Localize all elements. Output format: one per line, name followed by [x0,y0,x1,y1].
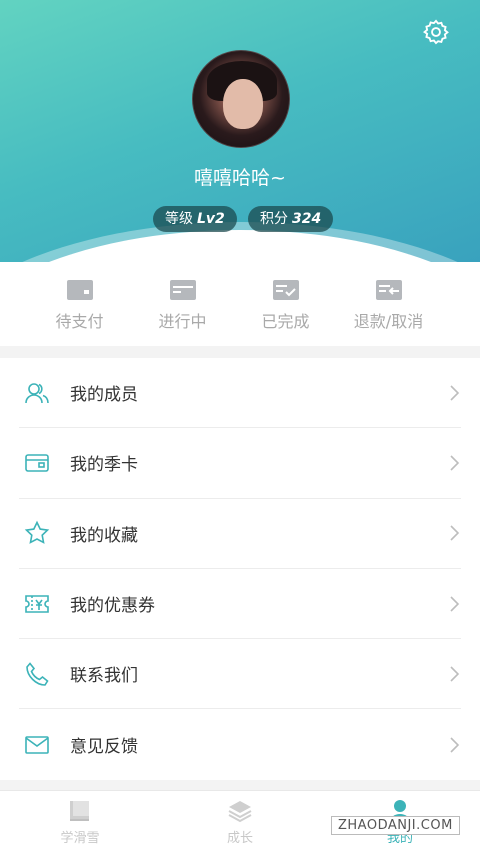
star-icon [24,520,50,545]
chevron-right-icon [450,525,460,541]
points-value: 324 [292,211,322,227]
chevron-right-icon [450,385,460,401]
menu-label: 我的季卡 [70,455,138,476]
order-status-bar: 待支付 进行中 已完成 退款/取消 [0,262,480,346]
completed-icon [272,280,299,300]
mail-icon [25,735,49,754]
tab-growth[interactable]: 成长 [160,791,320,853]
menu-list: 我的成员 我的季卡 我的收藏 我的优惠券 联系我们 意见反馈 [0,358,480,780]
tab-label: 成长 [226,831,253,846]
card-icon [66,280,93,300]
order-label: 进行中 [158,312,207,331]
avatar-face [223,79,263,129]
points-badge: 积分 324 [248,206,334,232]
coupon-icon [25,594,49,613]
menu-label: 我的收藏 [70,525,138,546]
tab-label: 学滑雪 [60,831,100,846]
phone-icon [26,662,49,686]
chevron-right-icon [450,455,460,471]
book-icon [70,801,89,821]
chevron-right-icon [450,737,460,753]
members-icon [25,382,49,403]
username: 嘻嘻哈哈~ [194,167,286,189]
season-card-icon [25,454,49,472]
menu-label: 意见反馈 [70,737,138,758]
menu-item-coupons[interactable]: 我的优惠券 [19,569,461,640]
watermark: ZHAODANJI.COM [331,816,460,835]
refund-icon [375,280,402,300]
tab-learn-ski[interactable]: 学滑雪 [0,791,160,853]
order-label: 待支付 [55,312,104,331]
order-in-progress[interactable]: 进行中 [131,262,234,346]
points-label: 积分 [260,211,288,227]
avatar[interactable] [192,50,290,148]
level-label: 等级 [165,211,193,227]
menu-label: 我的成员 [70,385,138,406]
order-label: 已完成 [261,312,310,331]
level-badge: 等级 Lv2 [153,206,237,232]
menu-label: 我的优惠券 [70,596,155,617]
menu-item-members[interactable]: 我的成员 [19,358,461,429]
menu-item-season-card[interactable]: 我的季卡 [19,428,461,499]
order-pending-payment[interactable]: 待支付 [28,262,131,346]
menu-label: 联系我们 [70,666,138,687]
order-label: 退款/取消 [353,312,424,331]
order-completed[interactable]: 已完成 [234,262,337,346]
menu-item-favorites[interactable]: 我的收藏 [19,499,461,569]
layers-icon [228,801,252,823]
chevron-right-icon [450,666,460,682]
menu-item-feedback[interactable]: 意见反馈 [19,709,461,779]
level-value: Lv2 [197,211,225,227]
gear-icon[interactable] [422,18,450,46]
chevron-right-icon [450,595,460,612]
in-progress-icon [169,280,196,300]
menu-item-contact-us[interactable]: 联系我们 [19,639,461,710]
order-refund-cancel[interactable]: 退款/取消 [337,262,440,346]
